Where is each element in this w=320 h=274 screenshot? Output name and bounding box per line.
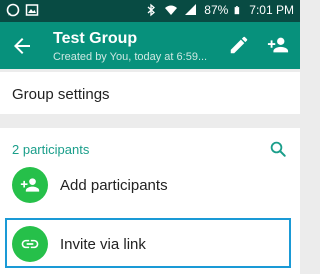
status-left-icons (6, 3, 39, 17)
wifi-icon (165, 5, 178, 15)
group-settings-row[interactable]: Group settings (0, 72, 300, 114)
status-bar: 87% 7:01 PM (0, 0, 300, 22)
participants-count: 2 participants (12, 142, 90, 157)
add-participants-row[interactable]: Add participants (0, 161, 300, 209)
back-arrow-icon[interactable] (10, 34, 34, 58)
whatsapp-icon (6, 3, 20, 17)
pencil-edit-icon[interactable] (228, 34, 250, 56)
group-settings-label: Group settings (12, 86, 110, 103)
bluetooth-icon (147, 3, 156, 17)
add-person-icon[interactable] (266, 34, 290, 56)
gallery-icon (25, 4, 39, 16)
highlight-box (5, 218, 291, 268)
status-right-icons: 87% 7:01 PM (144, 3, 294, 17)
signal-icon (185, 4, 197, 15)
battery-icon (234, 6, 240, 15)
battery-percentage: 87% (204, 3, 229, 17)
search-icon[interactable] (269, 140, 287, 158)
group-title[interactable]: Test Group (53, 30, 137, 48)
clock: 7:01 PM (249, 3, 294, 17)
app-bar: Test Group Created by You, today at 6:59… (0, 22, 300, 69)
add-participants-label: Add participants (60, 177, 168, 194)
group-subtitle: Created by You, today at 6:59... (53, 51, 208, 63)
add-person-icon (20, 178, 40, 192)
add-participants-avatar (12, 167, 48, 203)
